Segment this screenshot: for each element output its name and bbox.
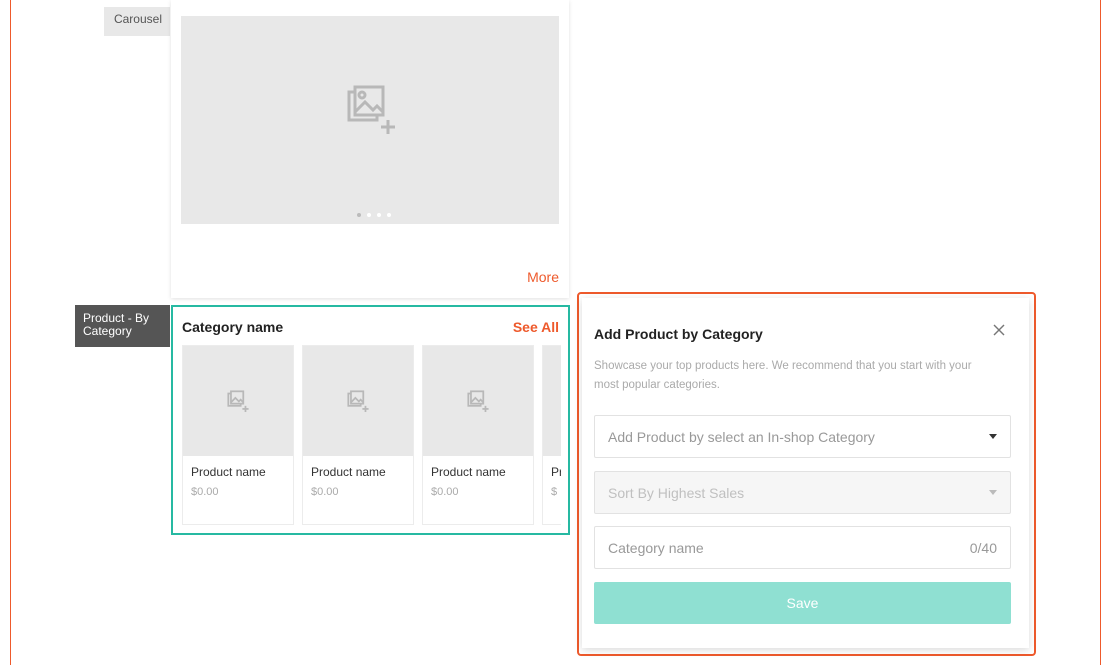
product-card[interactable]: Product name $0.00 bbox=[182, 345, 294, 525]
product-card[interactable]: Pr $ bbox=[542, 345, 561, 525]
carousel-dot[interactable] bbox=[357, 213, 361, 217]
product-card[interactable]: Product name $0.00 bbox=[302, 345, 414, 525]
section-tag-product-by-category: Product - By Category bbox=[75, 305, 170, 347]
product-price: $0.00 bbox=[311, 486, 339, 498]
product-card[interactable]: Product name $0.00 bbox=[422, 345, 534, 525]
section-tag-carousel: Carousel bbox=[104, 7, 170, 36]
caret-down-icon bbox=[989, 434, 997, 439]
image-plus-icon bbox=[467, 390, 489, 417]
product-image bbox=[543, 346, 561, 456]
product-image bbox=[183, 346, 293, 456]
carousel-dot[interactable] bbox=[377, 213, 381, 217]
caret-down-icon bbox=[989, 490, 997, 495]
product-name: Product name bbox=[431, 465, 506, 479]
product-list: Product name $0.00 Product name $0.00 Pr… bbox=[182, 345, 561, 526]
category-name-field[interactable]: Category name 0/40 bbox=[594, 526, 1011, 569]
category-select[interactable]: Add Product by select an In-shop Categor… bbox=[594, 415, 1011, 458]
image-plus-icon bbox=[346, 84, 396, 139]
carousel-dots bbox=[357, 213, 391, 217]
carousel-banner[interactable] bbox=[181, 16, 559, 224]
product-price: $ bbox=[551, 486, 558, 498]
sort-select[interactable]: Sort By Highest Sales bbox=[594, 471, 1011, 514]
close-icon[interactable] bbox=[989, 320, 1009, 340]
category-title: Category name bbox=[182, 319, 284, 335]
product-name: Product name bbox=[311, 465, 386, 479]
category-select-placeholder: Add Product by select an In-shop Categor… bbox=[608, 428, 875, 445]
product-image bbox=[303, 346, 413, 456]
category-name-placeholder: Category name bbox=[608, 539, 704, 556]
image-plus-icon bbox=[347, 390, 369, 417]
product-price: $0.00 bbox=[431, 486, 459, 498]
product-name: Pr bbox=[551, 465, 561, 479]
carousel-section[interactable]: More bbox=[171, 0, 569, 298]
sort-select-value: Sort By Highest Sales bbox=[608, 484, 745, 501]
product-price: $0.00 bbox=[191, 486, 219, 498]
see-all-link[interactable]: See All bbox=[513, 319, 559, 335]
add-product-by-category-panel: Add Product by Category Showcase your to… bbox=[582, 298, 1029, 648]
character-counter: 0/40 bbox=[969, 539, 997, 556]
product-name: Product name bbox=[191, 465, 266, 479]
product-by-category-section[interactable]: Category name See All Product name $0.00… bbox=[171, 305, 570, 535]
more-link[interactable]: More bbox=[527, 269, 559, 285]
carousel-dot[interactable] bbox=[387, 213, 391, 217]
carousel-dot[interactable] bbox=[367, 213, 371, 217]
product-image bbox=[423, 346, 533, 456]
image-plus-icon bbox=[227, 390, 249, 417]
panel-title: Add Product by Category bbox=[594, 326, 763, 342]
panel-description: Showcase your top products here. We reco… bbox=[594, 360, 972, 391]
save-button[interactable]: Save bbox=[594, 582, 1011, 624]
